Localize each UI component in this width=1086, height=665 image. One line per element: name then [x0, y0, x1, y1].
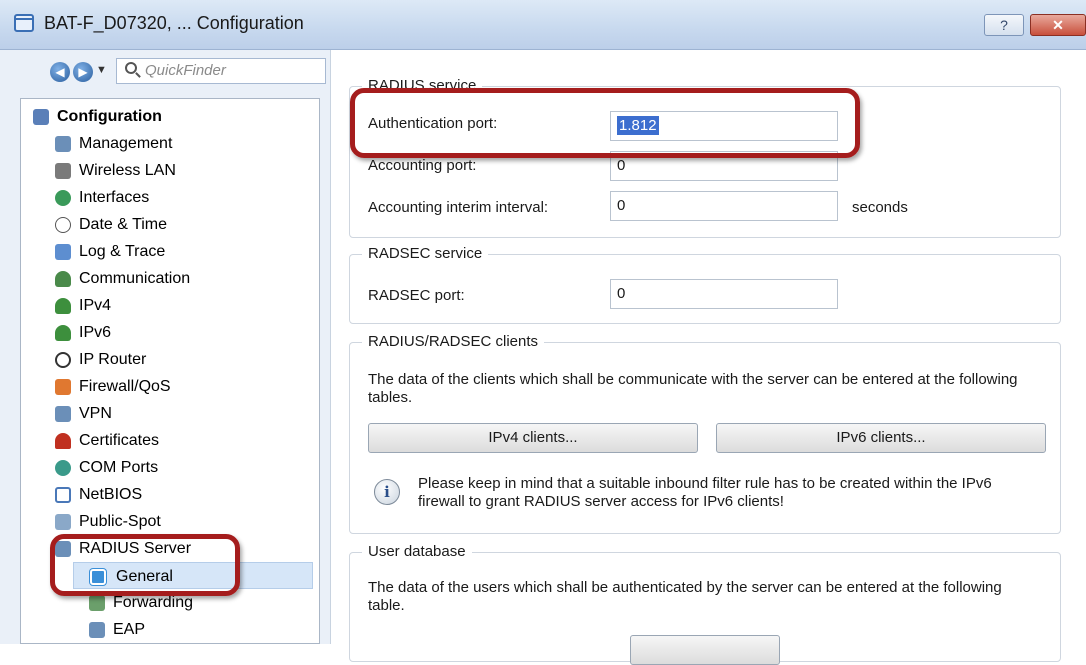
- radius-server-icon: [55, 541, 71, 557]
- general-icon: [90, 569, 106, 585]
- radius-radsec-clients-group: RADIUS/RADSEC clients The data of the cl…: [349, 333, 1061, 534]
- management-icon: [55, 136, 71, 152]
- radius-service-group: RADIUS service Authentication port: 1.81…: [349, 77, 1061, 238]
- log-trace-icon: [55, 244, 71, 260]
- history-dropdown[interactable]: ▼: [96, 64, 107, 76]
- radsec-service-title: RADSEC service: [362, 245, 489, 262]
- accounting-interim-field[interactable]: 0: [610, 191, 838, 221]
- interim-unit-label: seconds: [852, 199, 908, 216]
- wireless-lan-icon: [55, 163, 71, 179]
- com-ports-icon: [55, 460, 71, 476]
- tree-item-ip-router[interactable]: IP Router: [55, 346, 313, 373]
- ipv4-clients-button[interactable]: IPv4 clients...: [368, 423, 698, 453]
- public-spot-icon: [55, 514, 71, 530]
- netbios-icon: [55, 487, 71, 503]
- tree-item-log-trace[interactable]: Log & Trace: [55, 238, 313, 265]
- tree-item-netbios[interactable]: NetBIOS: [55, 481, 313, 508]
- tree-item-date-time[interactable]: Date & Time: [55, 211, 313, 238]
- clients-description: The data of the clients which shall be c…: [368, 371, 1018, 406]
- back-arrow-icon[interactable]: ◀: [50, 62, 70, 82]
- authentication-port-label: Authentication port:: [368, 115, 498, 132]
- search-icon: [125, 62, 137, 74]
- configuration-tree: Configuration Management Wireless LAN In…: [20, 98, 320, 644]
- tree-item-com-ports[interactable]: COM Ports: [55, 454, 313, 481]
- vpn-icon: [55, 406, 71, 422]
- firewall-icon: [55, 379, 71, 395]
- tree-item-certificates[interactable]: Certificates: [55, 427, 313, 454]
- navigation-toolbar: ◀ ▶ ▼ QuickFinder: [0, 50, 330, 94]
- ipv6-icon: [55, 325, 71, 341]
- tree-item-vpn[interactable]: VPN: [55, 400, 313, 427]
- radsec-port-field[interactable]: 0: [610, 279, 838, 309]
- accounting-port-label: Accounting port:: [368, 157, 477, 174]
- accounting-port-field[interactable]: 0: [610, 151, 838, 181]
- radsec-port-label: RADSEC port:: [368, 287, 465, 304]
- authentication-port-field[interactable]: 1.812: [610, 111, 838, 141]
- ip-router-icon: [55, 352, 71, 368]
- tree-item-interfaces[interactable]: Interfaces: [55, 184, 313, 211]
- quickfinder-input[interactable]: QuickFinder: [116, 58, 326, 84]
- tree-item-management[interactable]: Management: [55, 130, 313, 157]
- close-button[interactable]: ✕: [1030, 14, 1086, 36]
- ipv6-firewall-note: Please keep in mind that a suitable inbo…: [418, 475, 992, 510]
- clients-title: RADIUS/RADSEC clients: [362, 333, 545, 350]
- tree-item-ipv4[interactable]: IPv4: [55, 292, 313, 319]
- tree-item-ipv6[interactable]: IPv6: [55, 319, 313, 346]
- tree-item-eap[interactable]: EAP: [89, 616, 313, 643]
- window-title: BAT-F_D07320, ... Configuration: [44, 13, 304, 33]
- tree-item-configuration[interactable]: Configuration: [33, 103, 313, 130]
- ipv4-icon: [55, 298, 71, 314]
- user-database-title: User database: [362, 543, 472, 560]
- user-database-group: User database The data of the users whic…: [349, 543, 1061, 665]
- tree-item-public-spot[interactable]: Public-Spot: [55, 508, 313, 535]
- app-window-icon: [14, 14, 34, 32]
- info-icon: i: [374, 479, 400, 505]
- radius-service-title: RADIUS service: [362, 77, 483, 94]
- radsec-service-group: RADSEC service RADSEC port: 0: [349, 245, 1061, 324]
- settings-pane: RADIUS service Authentication port: 1.81…: [330, 50, 1086, 665]
- forwarding-icon: [89, 595, 105, 611]
- eap-icon: [89, 622, 105, 638]
- tree-item-forwarding[interactable]: Forwarding: [89, 589, 313, 616]
- user-database-description: The data of the users which shall be aut…: [368, 579, 1002, 614]
- navigation-pane: ◀ ▶ ▼ QuickFinder Configuration Manageme…: [0, 50, 330, 644]
- tree-item-firewall-qos[interactable]: Firewall/QoS: [55, 373, 313, 400]
- interfaces-icon: [55, 190, 71, 206]
- certificates-icon: [55, 433, 71, 449]
- tree-item-general[interactable]: General: [73, 562, 313, 589]
- forward-arrow-icon[interactable]: ▶: [73, 62, 93, 82]
- communication-icon: [55, 271, 71, 287]
- quickfinder-placeholder: QuickFinder: [145, 62, 226, 79]
- user-database-button[interactable]: [630, 635, 780, 665]
- tree-item-communication[interactable]: Communication: [55, 265, 313, 292]
- title-bar: BAT-F_D07320, ... Configuration ? ✕: [0, 0, 1086, 50]
- clock-icon: [55, 217, 71, 233]
- tree-item-wireless-lan[interactable]: Wireless LAN: [55, 157, 313, 184]
- authentication-port-value: 1.812: [617, 116, 659, 135]
- tree-item-radius-server[interactable]: RADIUS Server: [55, 535, 313, 562]
- accounting-interim-label: Accounting interim interval:: [368, 199, 549, 216]
- ipv6-clients-button[interactable]: IPv6 clients...: [716, 423, 1046, 453]
- configuration-icon: [33, 109, 49, 125]
- help-button[interactable]: ?: [984, 14, 1024, 36]
